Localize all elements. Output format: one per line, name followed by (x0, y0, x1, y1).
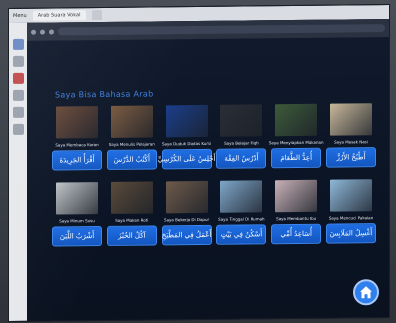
page-title: Saya Bisa Bahasa Arab (55, 89, 154, 100)
dock-item[interactable] (12, 123, 24, 135)
forward-icon[interactable] (40, 29, 45, 35)
sentence-card: Saya Tinggal Di Rumah أَسْكُنُ فِي بَيْتٍ (216, 180, 267, 245)
card-caption: Saya Menulis Pelajaran (108, 141, 155, 147)
house-image[interactable] (220, 180, 263, 213)
card-caption: Saya Bekerja Di Dapur (164, 216, 210, 223)
browser-window: Saya Bisa Bahasa Arab Saya Membaca Koran… (27, 19, 389, 321)
drinking-milk-image[interactable] (56, 182, 98, 215)
arabic-sentence-button[interactable]: أَقْرَأُ الجَرِيدَةَ (52, 150, 102, 171)
os-menu[interactable]: Menu (13, 13, 27, 19)
card-caption: Saya Tinggal Di Rumah (218, 216, 265, 222)
reading-newspaper-image[interactable] (56, 106, 98, 139)
sentence-card: Saya Membantu Ibu أُسَاعِدُ أُمِّي (271, 179, 322, 245)
arabic-sentence-button[interactable]: أَعْمَلُ فِي المَطْبَخِ (161, 224, 212, 246)
card-row: Saya Membaca Koran أَقْرَأُ الجَرِيدَةَ Sa… (52, 103, 376, 171)
arabic-sentence-button[interactable]: آكُلُ الخُبْزَ (106, 225, 157, 246)
studying-fiqh-image[interactable] (220, 104, 263, 137)
card-caption: Saya Makan Roti (115, 217, 149, 223)
url-bar[interactable] (58, 24, 385, 36)
reload-icon[interactable] (49, 29, 54, 35)
arabic-sentence-button[interactable]: أَغْسِلُ المَلَابِسَ (325, 223, 376, 244)
arabic-sentence-button[interactable]: أَكْتُبُ الدَّرْسَ (106, 149, 157, 170)
card-caption: Saya Menyiapkan Makanan (268, 139, 324, 146)
screen: Menu Arab Suara Vokal Saya Bisa Bahasa A… (8, 3, 390, 323)
sentence-card: Saya Menulis Pelajaran أَكْتُبُ الدَّرْسَ (106, 105, 157, 170)
arabic-sentence-button[interactable]: أَسْكُنُ فِي بَيْتٍ (216, 224, 267, 245)
kitchen-work-image[interactable] (165, 180, 208, 214)
sentence-card: Saya Makan Roti آكُلُ الخُبْزَ (106, 181, 157, 246)
sentence-card: Saya Bekerja Di Dapur أَعْمَلُ فِي المَطْ… (161, 180, 212, 246)
card-row: Saya Minum Susu أَشْرَبُ اللَّبَنَ Saya Ma… (52, 179, 376, 247)
card-caption: Saya Minum Susu (59, 218, 95, 224)
arabic-sentence-button[interactable]: أُسَاعِدُ أُمِّي (271, 223, 322, 245)
browser-tab-active[interactable]: Arab Suara Vokal (32, 10, 86, 21)
back-icon[interactable] (31, 29, 36, 35)
dock-item[interactable] (12, 55, 24, 67)
arabic-sentence-button[interactable]: أَدْرُسُ الفِقْهَ (216, 148, 267, 169)
card-caption: Saya Masak Nasi (334, 139, 368, 145)
preparing-food-image[interactable] (275, 103, 318, 137)
arabic-sentence-button[interactable]: أَطْبُخُ الأَرُزَّ (325, 147, 376, 168)
sentence-card: Saya Mencuci Pakaian أَغْسِلُ المَلَابِسَ (325, 179, 376, 244)
sentence-card: Saya Minum Susu أَشْرَبُ اللَّبَنَ (52, 182, 102, 247)
washing-clothes-image[interactable] (329, 179, 372, 212)
dock-item[interactable] (12, 38, 24, 50)
card-caption: Saya Belajar Fiqh (224, 140, 259, 146)
dock-item[interactable] (12, 106, 24, 118)
card-caption: Saya Duduk Diatas Kursi (162, 140, 212, 147)
cooking-rice-image[interactable] (329, 103, 372, 136)
card-caption: Saya Membaca Koran (55, 142, 99, 148)
home-button[interactable] (353, 279, 379, 306)
writing-lesson-image[interactable] (110, 105, 153, 138)
dock-item[interactable] (12, 89, 24, 101)
sitting-chair-image[interactable] (165, 104, 208, 138)
arabic-sentence-button[interactable]: أُعِدُّ الطَّعَامَ (271, 147, 322, 169)
eating-bread-image[interactable] (110, 181, 153, 214)
dock-item[interactable] (12, 72, 24, 84)
helping-mother-image[interactable] (275, 179, 318, 213)
browser-tab-other[interactable] (91, 10, 102, 21)
sentence-card: Saya Belajar Fiqh أَدْرُسُ الفِقْهَ (216, 104, 267, 169)
sentence-card: Saya Masak Nasi أَطْبُخُ الأَرُزَّ (325, 103, 376, 168)
sentence-card: Saya Duduk Diatas Kursi أَجْلِسُ عَلَى ال… (158, 104, 216, 170)
card-caption: Saya Mencuci Pakaian (328, 215, 374, 221)
sentence-card: Saya Menyiapkan Makanan أُعِدُّ الطَّعَام… (269, 103, 324, 169)
card-caption: Saya Membantu Ibu (276, 215, 317, 222)
sentence-card: Saya Membaca Koran أَقْرَأُ الجَرِيدَةَ (52, 106, 102, 171)
left-dock (9, 22, 27, 321)
arabic-sentence-button[interactable]: أَجْلِسُ عَلَى الكُرْسِيِّ (158, 148, 216, 170)
sentence-grid: Saya Membaca Koran أَقْرَأُ الجَرِيدَةَ Sa… (52, 103, 376, 258)
app-content: Saya Bisa Bahasa Arab Saya Membaca Koran… (27, 37, 389, 321)
arabic-sentence-button[interactable]: أَشْرَبُ اللَّبَنَ (52, 226, 102, 247)
home-icon (360, 286, 372, 299)
